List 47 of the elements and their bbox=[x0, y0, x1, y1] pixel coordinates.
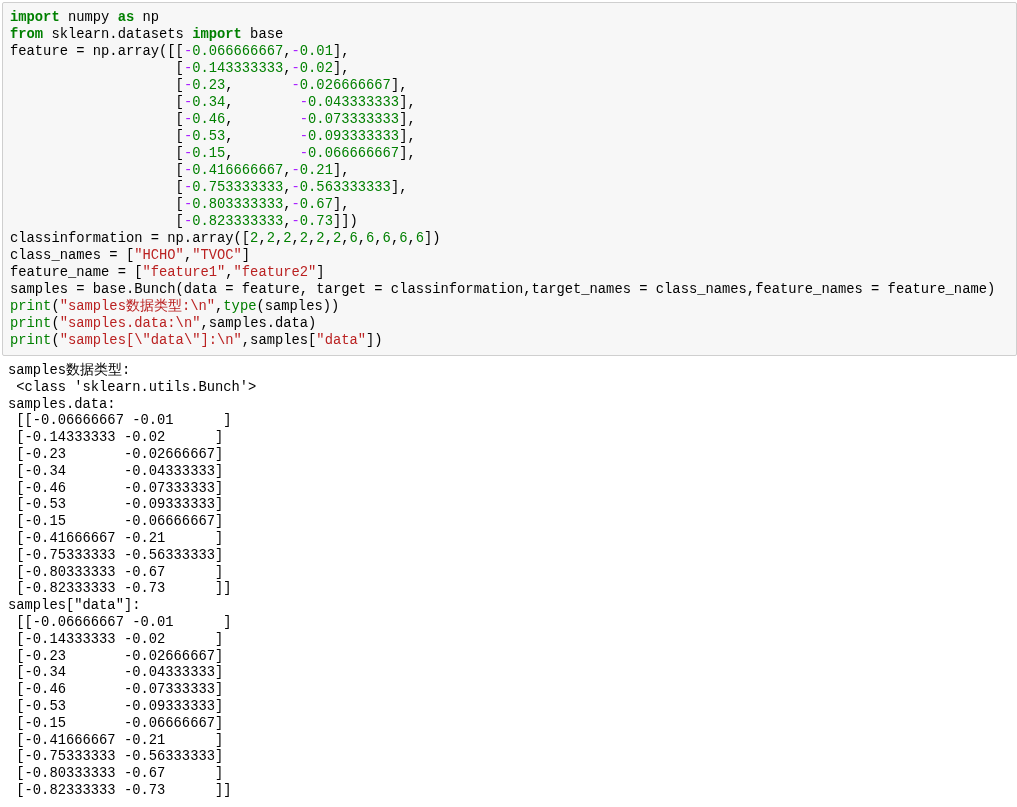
output-line: [-0.15 -0.06666667] bbox=[15, 514, 225, 531]
output-line: [-0.80333333 -0.67 ] bbox=[15, 766, 225, 783]
code-line: [-0.416666667,-0.21], bbox=[174, 162, 351, 179]
code-line: [-0.53, -0.093333333], bbox=[174, 128, 417, 145]
output-line: <class 'sklearn.utils.Bunch'> bbox=[15, 379, 258, 397]
output-line: [-0.15 -0.06666667] bbox=[15, 715, 225, 733]
output-line: samples数据类型: bbox=[8, 363, 132, 380]
output-line: [-0.75333333 -0.56333333] bbox=[15, 749, 225, 766]
output-line: [-0.14333333 -0.02 ] bbox=[15, 430, 225, 447]
code-line: class_names = ["HCHO","TVOC"] bbox=[10, 247, 252, 264]
code-line: [-0.15, -0.066666667], bbox=[174, 145, 417, 162]
output-line: [[-0.06666667 -0.01 ] bbox=[15, 614, 233, 632]
code-line: print("samples.data:\n",samples.data) bbox=[10, 315, 318, 332]
output-line: [-0.23 -0.02666667] bbox=[15, 648, 225, 665]
code-line: feature_name = ["feature1","feature2"] bbox=[10, 264, 326, 281]
output-line: [-0.75333333 -0.56333333] bbox=[15, 547, 225, 565]
output-line: [-0.82333333 -0.73 ]] bbox=[15, 581, 233, 598]
output-line: [-0.41666667 -0.21 ] bbox=[15, 530, 225, 548]
output-line: [-0.34 -0.04333333] bbox=[15, 665, 225, 682]
output-line: [-0.46 -0.07333333] bbox=[15, 480, 225, 497]
code-input-cell[interactable] bbox=[2, 2, 1017, 356]
code-line: import numpy as np bbox=[10, 9, 161, 26]
code-line: from sklearn.datasets import base bbox=[10, 26, 285, 43]
output-line: [-0.34 -0.04333333] bbox=[15, 463, 225, 481]
code-line: [-0.803333333,-0.67], bbox=[174, 196, 351, 213]
output-line: [-0.53 -0.09333333] bbox=[15, 698, 225, 716]
code-line: print("samples[\"data\"]:\n",samples["data"]) bbox=[10, 332, 384, 349]
code-line: feature = np.array([[-0.066666667,-0.01], bbox=[10, 43, 351, 60]
output-line: [-0.80333333 -0.67 ] bbox=[15, 564, 225, 581]
code-line: [-0.143333333,-0.02], bbox=[174, 60, 351, 77]
output-line: samples["data"]: bbox=[8, 598, 142, 615]
output-line: [-0.41666667 -0.21 ] bbox=[15, 732, 225, 749]
output-line: [[-0.06666667 -0.01 ] bbox=[15, 413, 233, 430]
code-line: [-0.34, -0.043333333], bbox=[174, 94, 417, 111]
code-line: [-0.753333333,-0.563333333], bbox=[174, 179, 409, 196]
output-line: [-0.23 -0.02666667] bbox=[15, 447, 225, 464]
output-line: [-0.53 -0.09333333] bbox=[15, 497, 225, 514]
code-line: [-0.46, -0.073333333], bbox=[174, 111, 417, 128]
output-line: [-0.14333333 -0.02 ] bbox=[15, 631, 225, 649]
code-line: print("samples数据类型:\n",type(samples)) bbox=[10, 298, 341, 315]
output-line: [-0.46 -0.07333333] bbox=[15, 682, 225, 699]
code-line: [-0.23, -0.026666667], bbox=[174, 77, 409, 94]
code-line: [-0.823333333,-0.73]]) bbox=[174, 213, 359, 230]
output-line: samples.data: bbox=[8, 396, 117, 413]
code-line: samples = base.Bunch(data = feature, target = classinformation,target_names = class_names,feature_names = feature_name) bbox=[10, 281, 997, 298]
code-line: classinformation = np.array([2,2,2,2,2,2,6,6,6,6,6]) bbox=[10, 230, 442, 247]
output-line: [-0.82333333 -0.73 ]] bbox=[15, 782, 233, 800]
